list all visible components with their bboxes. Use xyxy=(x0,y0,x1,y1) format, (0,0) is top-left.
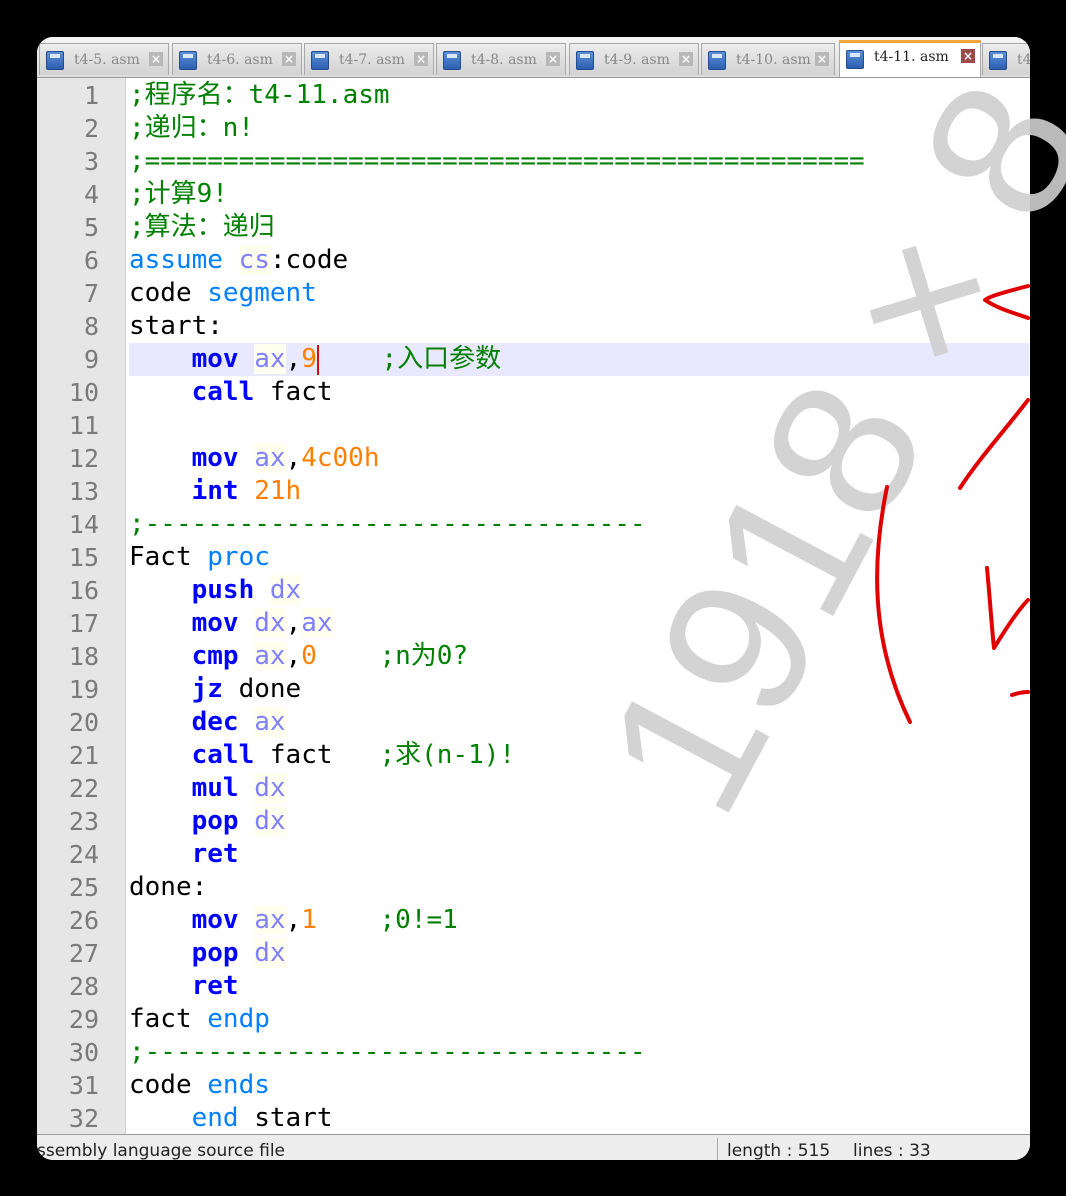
ink-stroke xyxy=(1010,690,1030,697)
ink-stroke xyxy=(985,566,1030,650)
handwritten-red-annotation xyxy=(875,284,1030,724)
ink-stroke xyxy=(958,398,1030,490)
ink-stroke xyxy=(983,284,1030,320)
ink-stroke xyxy=(875,485,912,724)
